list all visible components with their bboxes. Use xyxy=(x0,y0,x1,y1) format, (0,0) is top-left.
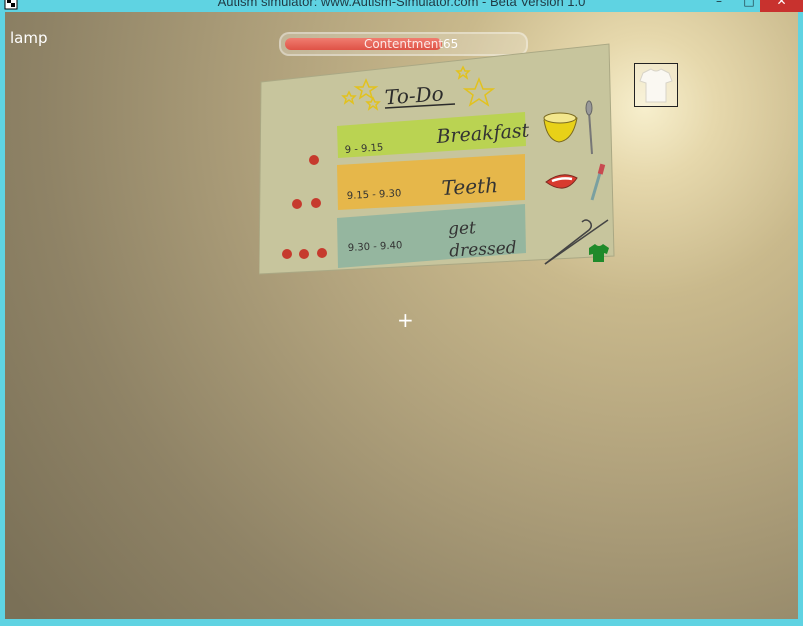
tshirt-icon xyxy=(639,68,673,103)
task-dot xyxy=(309,155,319,165)
crosshair: + xyxy=(397,308,414,332)
task-dot xyxy=(311,198,321,208)
task-dot xyxy=(282,249,292,259)
task-dot xyxy=(299,249,309,259)
task-dot xyxy=(317,248,327,258)
close-button[interactable]: ✕ xyxy=(760,0,803,12)
task-label: Teeth xyxy=(441,173,499,200)
window-titlebar[interactable]: Autism simulator: www.Autism-Simulator.c… xyxy=(0,0,803,12)
window-title: Autism simulator: www.Autism-Simulator.c… xyxy=(217,0,586,9)
window-bottom-border xyxy=(0,619,803,626)
held-item-slot[interactable] xyxy=(634,63,678,107)
hover-object-label: lamp xyxy=(10,29,48,47)
task-dot xyxy=(292,199,302,209)
game-viewport[interactable]: lamp Contentment 65 + To-Do 9 - 9.15 Bre… xyxy=(5,12,798,619)
todo-schedule-board[interactable]: To-Do 9 - 9.15 Breakfast 9.15 - 9.30 Tee… xyxy=(259,42,619,282)
minimize-button[interactable]: – xyxy=(704,0,734,12)
